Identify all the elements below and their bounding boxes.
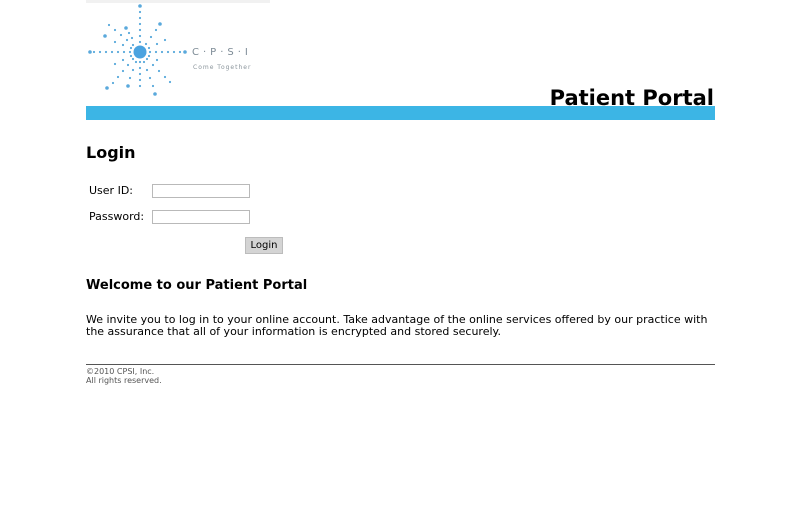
password-label: Password: bbox=[89, 210, 145, 223]
user-id-input[interactable] bbox=[152, 184, 250, 198]
header-accent-bar bbox=[86, 106, 715, 120]
starburst-icon bbox=[88, 4, 187, 96]
welcome-heading: Welcome to our Patient Portal bbox=[86, 278, 308, 293]
login-heading: Login bbox=[86, 143, 136, 162]
footer-divider bbox=[86, 364, 715, 365]
page: C·P·S·I Come Together Patient Portal Log… bbox=[0, 0, 800, 512]
user-id-label: User ID: bbox=[89, 184, 133, 197]
logo-top-line bbox=[86, 0, 270, 3]
logo-tagline: Come Together bbox=[193, 64, 252, 71]
footer-rights: All rights reserved. bbox=[86, 376, 162, 385]
footer-copyright: ©2010 CPSI, Inc. bbox=[86, 367, 155, 376]
logo-brand: C·P·S·I bbox=[192, 47, 252, 58]
welcome-text: We invite you to log in to your online a… bbox=[86, 313, 708, 338]
password-input[interactable] bbox=[152, 210, 250, 224]
login-button[interactable]: Login bbox=[245, 237, 283, 254]
